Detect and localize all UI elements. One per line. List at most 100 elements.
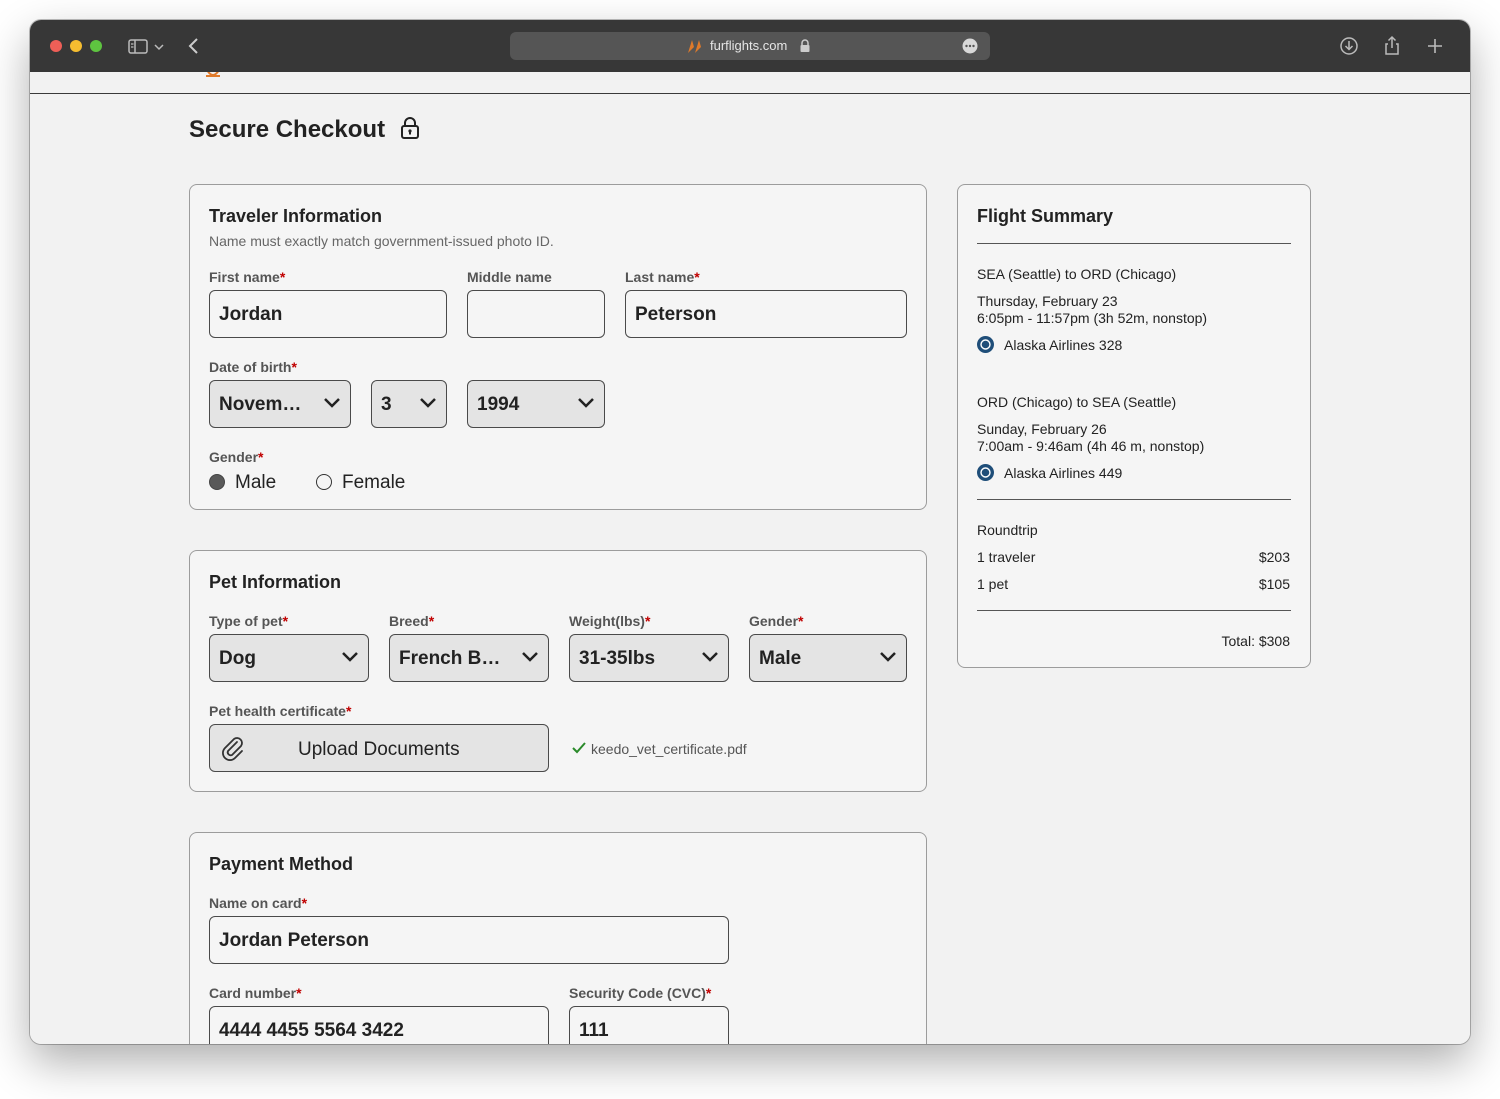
gender-label: Gender* xyxy=(209,449,264,465)
more-icon[interactable] xyxy=(962,38,978,54)
last-name-label: Last name* xyxy=(625,269,700,285)
download-icon[interactable] xyxy=(1337,34,1361,58)
total-price: Total: $308 xyxy=(1221,633,1291,649)
lock-icon xyxy=(400,117,419,139)
zoom-window-button[interactable] xyxy=(90,40,102,52)
pet-type-label: Type of pet* xyxy=(209,613,289,629)
paperclip-icon xyxy=(222,737,243,761)
gender-female-radio[interactable] xyxy=(316,474,332,490)
browser-window: furflights.com Secure Checkout Traveler … xyxy=(30,20,1470,1044)
chevron-down-icon xyxy=(420,398,436,408)
pet-gender-select[interactable]: Male xyxy=(749,634,907,682)
sidebar-icon[interactable] xyxy=(126,34,150,58)
pet-count: 1 pet xyxy=(977,576,1009,592)
name-on-card-field[interactable]: Jordan Peterson xyxy=(209,916,729,964)
first-name-field[interactable]: Jordan xyxy=(209,290,447,338)
middle-name-label: Middle name xyxy=(467,269,552,285)
pet-type-select[interactable]: Dog xyxy=(209,634,369,682)
close-window-button[interactable] xyxy=(50,40,62,52)
chevron-down-icon xyxy=(880,652,896,662)
gender-label-text: Gender xyxy=(209,449,259,465)
gender-male-label[interactable]: Male xyxy=(235,472,276,494)
health-cert-label: Pet health certificate* xyxy=(209,703,352,719)
card-number-label: Card number* xyxy=(209,985,302,1001)
back-icon[interactable] xyxy=(182,34,206,58)
checkmark-icon xyxy=(572,742,586,754)
upload-documents-button[interactable]: Upload Documents xyxy=(209,724,549,772)
outbound-route: SEA (Seattle) to ORD (Chicago) xyxy=(977,266,1177,282)
dob-day-value: 3 xyxy=(381,394,392,415)
alaska-airlines-icon xyxy=(977,336,994,353)
dob-label: Date of birth* xyxy=(209,359,297,375)
card-number-field[interactable]: 4444 4455 5564 3422 xyxy=(209,1006,549,1044)
site-logo-icon[interactable] xyxy=(204,72,222,80)
last-name-field[interactable]: Peterson xyxy=(625,290,907,338)
chevron-down-icon xyxy=(342,652,358,662)
share-icon[interactable] xyxy=(1380,34,1404,58)
pet-gender-value: Male xyxy=(759,648,802,669)
traveler-count: 1 traveler xyxy=(977,549,1036,565)
pet-price: $105 xyxy=(1258,576,1290,592)
middle-name-field[interactable] xyxy=(467,290,605,338)
first-name-label: First name* xyxy=(209,269,286,285)
payment-method-card: Payment Method Name on card* Jordan Pete… xyxy=(189,832,927,1044)
outbound-airline: Alaska Airlines 328 xyxy=(1004,337,1123,353)
pet-gender-label: Gender* xyxy=(749,613,804,629)
alaska-airlines-icon xyxy=(977,464,994,481)
payment-method-title: Payment Method xyxy=(209,854,354,874)
dob-year-value: 1994 xyxy=(477,394,520,415)
summary-divider xyxy=(977,499,1291,500)
dob-day-select[interactable]: 3 xyxy=(371,380,447,428)
address-bar[interactable]: furflights.com xyxy=(510,32,990,60)
url-text: furflights.com xyxy=(710,38,788,53)
traveler-info-card: Traveler Information Name must exactly m… xyxy=(189,184,927,510)
chevron-down-icon xyxy=(578,398,594,408)
chevron-down-icon xyxy=(522,652,538,662)
outbound-time: 6:05pm - 11:57pm (3h 52m, nonstop) xyxy=(977,310,1208,326)
uploaded-file-name: keedo_vet_certificate.pdf xyxy=(591,741,747,757)
dob-month-select[interactable]: November xyxy=(209,380,351,428)
cvc-label-text: Security Code (CVC) xyxy=(569,985,706,1001)
breed-select[interactable]: French Bull... xyxy=(389,634,549,682)
return-airline: Alaska Airlines 449 xyxy=(1004,465,1123,481)
traveler-price: $203 xyxy=(1258,549,1290,565)
pet-type-label-text: Type of pet xyxy=(209,613,283,629)
cvc-label: Security Code (CVC)* xyxy=(569,985,712,1001)
gender-female-label[interactable]: Female xyxy=(342,472,405,494)
cvc-field[interactable]: 111 xyxy=(569,1006,729,1044)
browser-toolbar: furflights.com xyxy=(30,20,1470,72)
return-time: 7:00am - 9:46am (4h 46 m, nonstop) xyxy=(977,438,1205,454)
weight-label: Weight(lbs)* xyxy=(569,613,651,629)
pet-type-value: Dog xyxy=(219,648,256,669)
health-cert-label-text: Pet health certificate xyxy=(209,703,346,719)
breed-label: Breed* xyxy=(389,613,435,629)
traveler-info-title: Traveler Information xyxy=(209,206,383,226)
page-content: Secure Checkout Traveler Information Nam… xyxy=(30,72,1470,1044)
summary-divider xyxy=(977,243,1291,244)
outbound-date: Thursday, February 23 xyxy=(977,293,1118,309)
pet-gender-label-text: Gender xyxy=(749,613,799,629)
summary-divider xyxy=(977,610,1291,611)
dob-month-value: November xyxy=(219,394,309,415)
page-title: Secure Checkout xyxy=(189,116,420,144)
name-on-card-label-text: Name on card xyxy=(209,895,302,911)
traveler-info-hint: Name must exactly match government-issue… xyxy=(209,233,554,249)
lock-icon xyxy=(800,39,810,52)
chevron-down-icon xyxy=(702,652,718,662)
breed-value: French Bull... xyxy=(399,648,507,669)
first-name-label-text: First name xyxy=(209,269,280,285)
minimize-window-button[interactable] xyxy=(70,40,82,52)
pet-info-title: Pet Information xyxy=(209,572,342,592)
breed-label-text: Breed xyxy=(389,613,429,629)
chevron-down-icon xyxy=(324,398,340,408)
return-route: ORD (Chicago) to SEA (Seattle) xyxy=(977,394,1177,410)
chevron-down-icon[interactable] xyxy=(152,34,166,58)
return-date: Sunday, February 26 xyxy=(977,421,1107,437)
name-on-card-label: Name on card* xyxy=(209,895,308,911)
weight-select[interactable]: 31-35lbs xyxy=(569,634,729,682)
gender-male-radio[interactable] xyxy=(209,474,225,490)
pet-info-card: Pet Information Type of pet* Breed* Weig… xyxy=(189,550,927,792)
new-tab-icon[interactable] xyxy=(1423,34,1447,58)
trip-type: Roundtrip xyxy=(977,522,1038,538)
dob-year-select[interactable]: 1994 xyxy=(467,380,605,428)
